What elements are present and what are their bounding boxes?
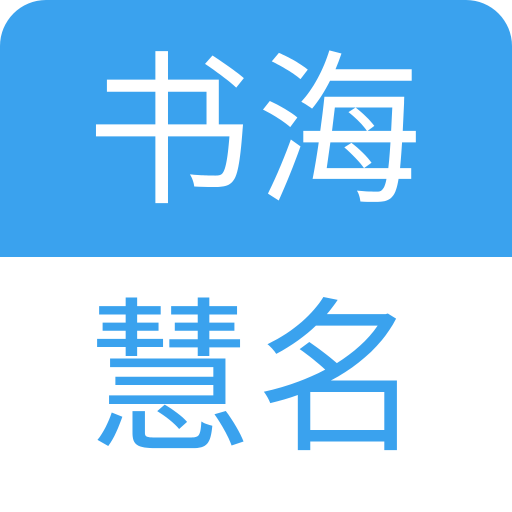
app-icon-top-text: 书海 xyxy=(86,36,426,230)
app-icon-bottom-band: 慧名 xyxy=(0,257,512,512)
app-icon[interactable]: 书海 慧名 xyxy=(0,0,512,512)
app-icon-bottom-text: 慧名 xyxy=(86,283,426,477)
app-icon-top-band: 书海 xyxy=(0,0,512,257)
